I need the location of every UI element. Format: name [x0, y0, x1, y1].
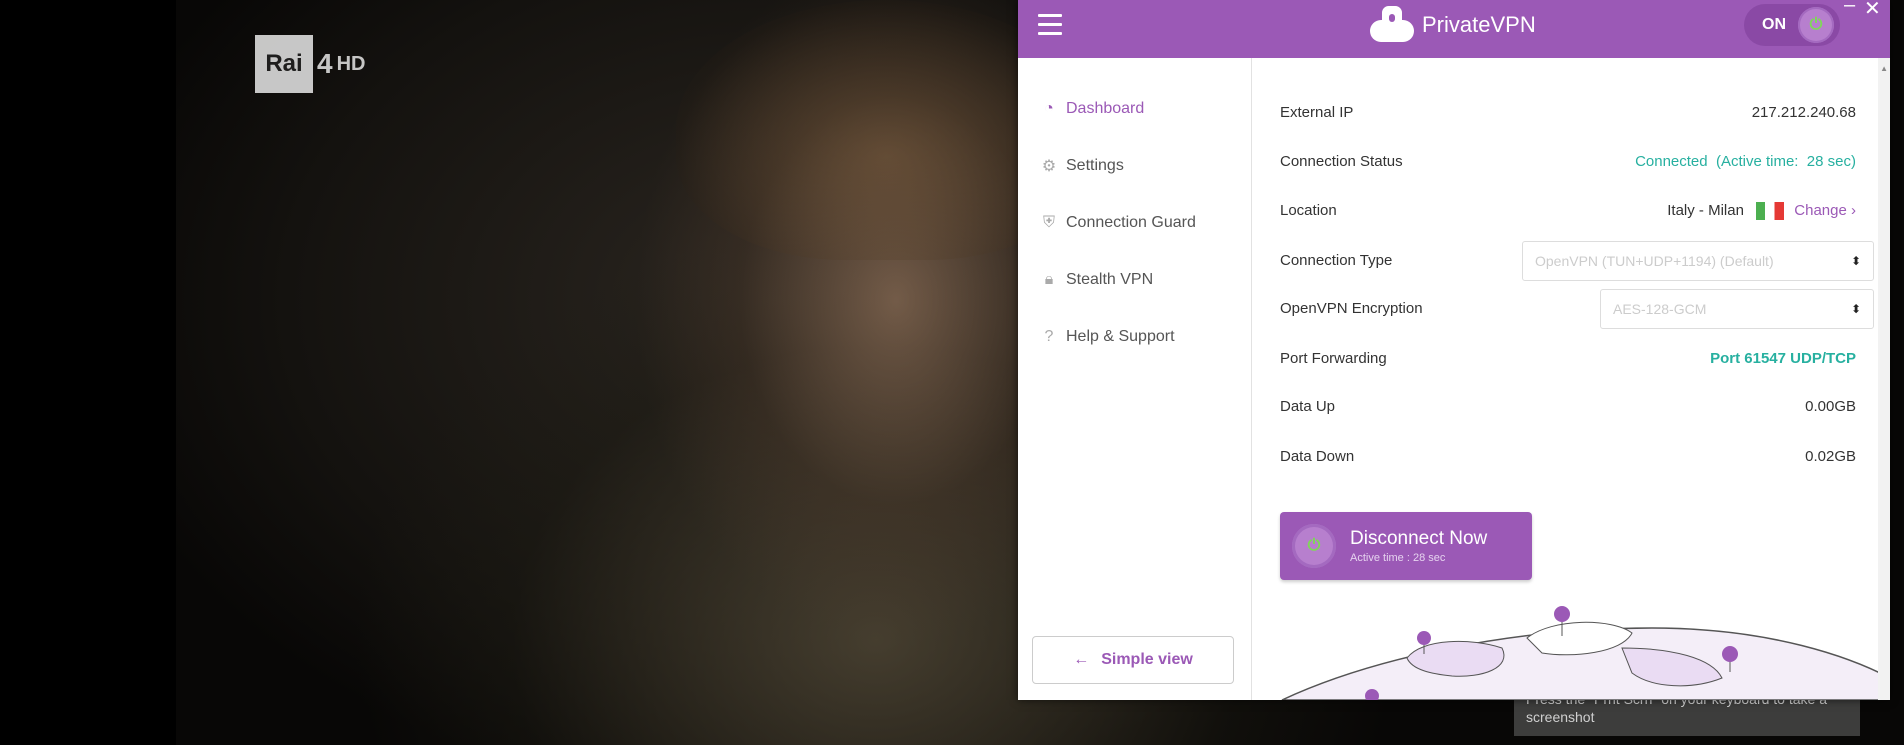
sidebar-item-stealth-vpn[interactable]: 🔒︎ Stealth VPN — [1040, 271, 1153, 289]
location-label: Location — [1280, 202, 1337, 219]
lock-icon: 🔒︎ — [1044, 271, 1054, 288]
data-down-value: 0.02GB — [1805, 448, 1856, 465]
port-forwarding-value: Port 61547 UDP/TCP — [1710, 350, 1856, 367]
sidebar-item-label: Settings — [1066, 157, 1124, 174]
disconnect-text: Disconnect Now Active time : 28 sec — [1350, 528, 1487, 564]
power-icon: ⏻ — [1798, 7, 1834, 43]
sidebar-item-label: Help & Support — [1066, 328, 1175, 345]
disconnect-subtitle: Active time : 28 sec — [1350, 552, 1446, 564]
external-ip-value: 217.212.240.68 — [1751, 104, 1856, 121]
connection-type-select[interactable]: OpenVPN (TUN+UDP+1194) (Default) ⬍ — [1522, 241, 1874, 281]
encryption-value: AES-128-GCM — [1613, 301, 1707, 317]
close-button[interactable]: ✕ — [1864, 0, 1881, 21]
italy-flag-icon — [1756, 202, 1785, 221]
disconnect-title: Disconnect Now — [1350, 528, 1488, 549]
sidebar-item-dashboard[interactable]: ◔ Dashboard — [1040, 100, 1144, 118]
data-up-value: 0.00GB — [1805, 398, 1856, 415]
menu-icon[interactable] — [1038, 14, 1062, 36]
connection-status-label: Connection Status — [1280, 153, 1403, 170]
encryption-label: OpenVPN Encryption — [1280, 300, 1423, 317]
gear-icon: ⚙ — [1041, 158, 1057, 175]
screen: Rai 4 HD Press the "Prnt Scrn" on your k… — [0, 0, 1904, 745]
gauge-icon: ◔ — [1044, 100, 1054, 117]
vpn-window: PrivateVPN ON ⏻ – ✕ ◔ Dashboard ⚙ Settin… — [1018, 0, 1890, 700]
connection-type-value: OpenVPN (TUN+UDP+1194) (Default) — [1535, 253, 1774, 269]
sidebar-item-label: Stealth VPN — [1066, 271, 1154, 288]
change-location-link[interactable]: Change › — [1794, 202, 1856, 219]
sort-arrows-icon: ⬍ — [1850, 254, 1861, 268]
channel-logo: Rai 4 HD — [255, 35, 365, 93]
connection-status-value: Connected (Active time: 28 sec) — [1635, 153, 1856, 170]
channel-suffix: HD — [336, 52, 366, 75]
brand-name: PrivateVPN — [1422, 12, 1536, 37]
vpn-header: PrivateVPN ON ⏻ – ✕ — [1018, 0, 1890, 58]
disconnect-button[interactable]: ⏻ Disconnect Now Active time : 28 sec — [1280, 512, 1532, 580]
toggle-label: ON — [1762, 16, 1786, 33]
world-map — [1281, 606, 1890, 700]
question-icon: ? — [1044, 328, 1054, 345]
location-value-group: Italy - Milan Change › — [1667, 202, 1856, 221]
sidebar-item-label: Dashboard — [1066, 100, 1145, 117]
scroll-up-icon[interactable]: ▲ — [1880, 64, 1888, 73]
power-icon: ⏻ — [1292, 524, 1336, 568]
data-up-label: Data Up — [1280, 398, 1336, 415]
scrollbar[interactable] — [1878, 58, 1890, 700]
sidebar-item-settings[interactable]: ⚙ Settings — [1040, 157, 1124, 175]
brand-logo-icon — [1370, 6, 1414, 44]
dashboard-panel: External IP 217.212.240.68 Connection St… — [1252, 58, 1890, 700]
encryption-select[interactable]: AES-128-GCM ⬍ — [1600, 289, 1874, 329]
minimize-button[interactable]: – — [1844, 0, 1855, 17]
port-forwarding-label: Port Forwarding — [1280, 350, 1387, 367]
sidebar-item-connection-guard[interactable]: ⛨ Connection Guard — [1040, 214, 1196, 232]
data-down-label: Data Down — [1280, 448, 1355, 465]
shield-icon: ⛨ — [1042, 214, 1055, 231]
channel-name: Rai — [255, 35, 313, 93]
brand: PrivateVPN — [1370, 6, 1536, 44]
sort-arrows-icon: ⬍ — [1850, 302, 1861, 316]
simple-view-label: Simple view — [1101, 651, 1193, 668]
sidebar: ◔ Dashboard ⚙ Settings ⛨ Connection Guar… — [1018, 58, 1252, 700]
channel-number: 4 — [317, 48, 333, 79]
vpn-toggle[interactable]: ON ⏻ — [1744, 4, 1840, 46]
location-value: Italy - Milan — [1667, 202, 1744, 219]
connection-type-label: Connection Type — [1280, 252, 1393, 269]
sidebar-item-label: Connection Guard — [1066, 214, 1196, 231]
sidebar-item-help-support[interactable]: ? Help & Support — [1040, 328, 1175, 346]
external-ip-label: External IP — [1280, 104, 1354, 121]
simple-view-button[interactable]: ← Simple view — [1032, 636, 1234, 684]
arrow-left-icon: ← — [1073, 651, 1090, 668]
